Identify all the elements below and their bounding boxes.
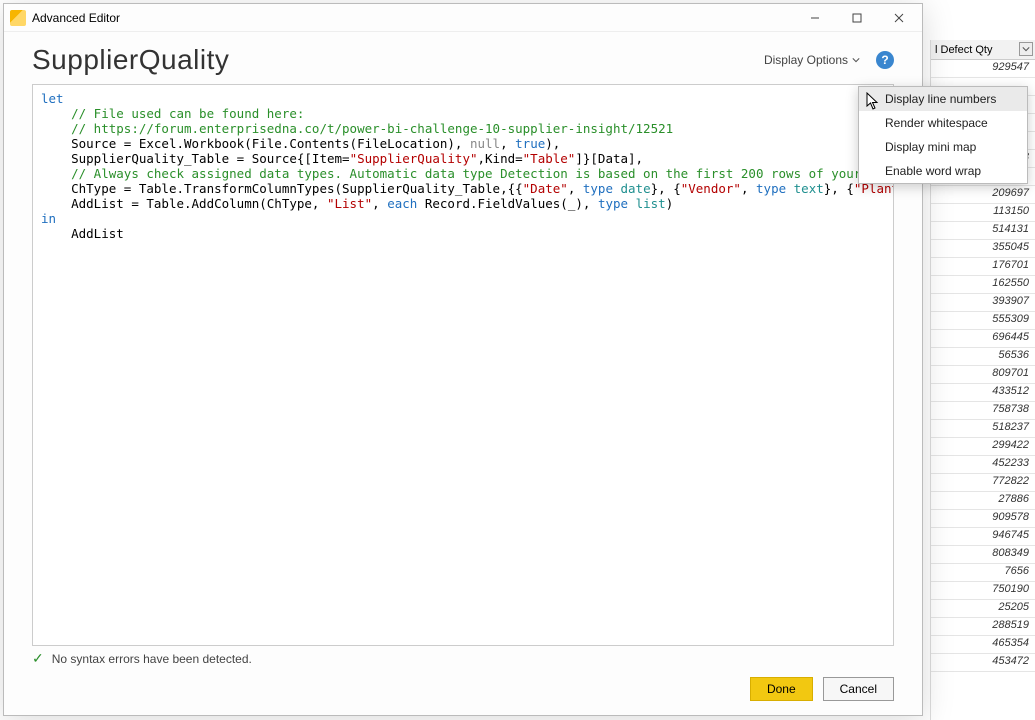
grid-cell[interactable]: 514131 [931, 222, 1035, 240]
help-icon[interactable]: ? [876, 51, 894, 69]
checkmark-icon: ✓ [32, 650, 44, 667]
menu-display-line-numbers[interactable]: Display line numbers [859, 87, 1027, 111]
grid-column-header[interactable]: l Defect Qty [931, 40, 1035, 60]
grid-cell[interactable]: 176701 [931, 258, 1035, 276]
column-dropdown-icon[interactable] [1019, 42, 1033, 56]
grid-cell[interactable]: 758738 [931, 402, 1035, 420]
chevron-down-icon [852, 56, 860, 64]
grid-cell[interactable]: 299422 [931, 438, 1035, 456]
advanced-editor-dialog: Advanced Editor SupplierQuality Display … [3, 3, 923, 716]
menu-render-whitespace[interactable]: Render whitespace [859, 111, 1027, 135]
menu-display-mini-map[interactable]: Display mini map [859, 135, 1027, 159]
display-options-label: Display Options [764, 53, 848, 67]
grid-cell[interactable]: 750190 [931, 582, 1035, 600]
grid-cell[interactable]: 465354 [931, 636, 1035, 654]
grid-cell[interactable]: 209697 [931, 186, 1035, 204]
grid-cell[interactable]: 518237 [931, 420, 1035, 438]
grid-cell[interactable]: 808349 [931, 546, 1035, 564]
grid-cell[interactable]: 946745 [931, 528, 1035, 546]
column-header-label: l Defect Qty [935, 44, 992, 56]
titlebar: Advanced Editor [4, 4, 922, 32]
display-options-menu: Display line numbers Render whitespace D… [858, 86, 1028, 184]
grid-cell[interactable]: 25205 [931, 600, 1035, 618]
grid-cell[interactable]: 27886 [931, 492, 1035, 510]
grid-cell[interactable]: 696445 [931, 330, 1035, 348]
dialog-title: Advanced Editor [32, 11, 794, 25]
grid-cell[interactable]: 288519 [931, 618, 1035, 636]
menu-enable-word-wrap[interactable]: Enable word wrap [859, 159, 1027, 183]
grid-cell[interactable]: 453472 [931, 654, 1035, 672]
grid-cell[interactable]: 452233 [931, 456, 1035, 474]
code-editor[interactable]: let // File used can be found here: // h… [32, 84, 894, 646]
maximize-button[interactable] [836, 4, 878, 32]
grid-cell[interactable]: 162550 [931, 276, 1035, 294]
grid-cell[interactable]: 113150 [931, 204, 1035, 222]
grid-cell[interactable]: 809701 [931, 366, 1035, 384]
grid-cell[interactable]: 909578 [931, 510, 1035, 528]
grid-cell[interactable]: 555309 [931, 312, 1035, 330]
grid-cell[interactable]: 355045 [931, 240, 1035, 258]
query-name: SupplierQuality [32, 44, 748, 76]
done-button[interactable]: Done [750, 677, 813, 701]
grid-cell[interactable]: 929547 [931, 60, 1035, 78]
grid-cell[interactable]: 433512 [931, 384, 1035, 402]
grid-cell[interactable]: 56536 [931, 348, 1035, 366]
cancel-button[interactable]: Cancel [823, 677, 894, 701]
close-button[interactable] [878, 4, 920, 32]
grid-cell[interactable]: 7656 [931, 564, 1035, 582]
minimize-button[interactable] [794, 4, 836, 32]
display-options-button[interactable]: Display Options [758, 49, 866, 71]
app-icon [10, 10, 26, 26]
status-text: No syntax errors have been detected. [52, 652, 252, 666]
grid-cell[interactable]: 772822 [931, 474, 1035, 492]
grid-cell[interactable]: 393907 [931, 294, 1035, 312]
syntax-status: ✓ No syntax errors have been detected. [32, 650, 894, 667]
